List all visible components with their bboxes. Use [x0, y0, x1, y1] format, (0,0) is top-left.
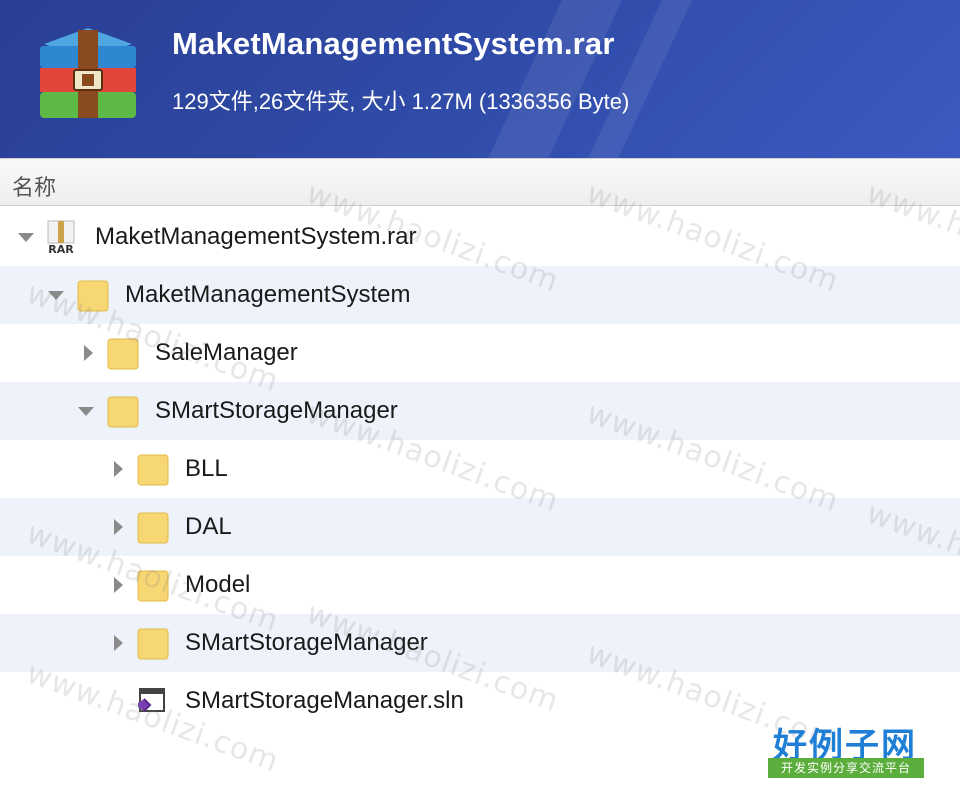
- collapse-arrow-icon[interactable]: [76, 382, 96, 440]
- site-brand-logo: 好例子网 开发实例分享交流平台: [766, 718, 924, 778]
- archive-summary: 129文件,26文件夹, 大小 1.27M (1336356 Byte): [172, 89, 630, 114]
- tree-item-label: MaketManagementSystem.rar: [95, 223, 417, 250]
- tree-row[interactable]: BLL: [0, 440, 960, 498]
- tree-row[interactable]: Model: [0, 556, 960, 614]
- brand-tagline: 开发实例分享交流平台: [768, 758, 924, 778]
- column-header-label: 名称: [12, 176, 57, 201]
- tree-item-label: SaleManager: [155, 339, 298, 366]
- tree-row[interactable]: SMartStorageManager: [0, 382, 960, 440]
- folder-icon: [107, 338, 139, 370]
- tree-item-label: MaketManagementSystem: [125, 281, 411, 308]
- folder-icon: [137, 570, 169, 602]
- archive-header: MaketManagementSystem.rar 129文件,26文件夹, 大…: [0, 0, 960, 158]
- tree-item-label: SMartStorageManager.sln: [185, 687, 464, 714]
- expand-arrow-icon[interactable]: [108, 614, 128, 672]
- folder-icon: [77, 280, 109, 312]
- tree-item-label: SMartStorageManager: [185, 629, 428, 656]
- tree-row[interactable]: RAR MaketManagementSystem.rar: [0, 208, 960, 266]
- expand-arrow-icon[interactable]: [108, 498, 128, 556]
- expand-arrow-icon[interactable]: [108, 556, 128, 614]
- tree-row[interactable]: MaketManagementSystem: [0, 266, 960, 324]
- folder-icon: [137, 454, 169, 486]
- rar-archive-icon: RAR: [47, 220, 75, 255]
- column-header-name[interactable]: 名称: [0, 158, 960, 206]
- tree-row[interactable]: SMartStorageManager: [0, 614, 960, 672]
- tree-row[interactable]: DAL: [0, 498, 960, 556]
- archive-title: MaketManagementSystem.rar: [172, 26, 615, 61]
- collapse-arrow-icon[interactable]: [46, 266, 66, 324]
- tree-row[interactable]: SaleManager: [0, 324, 960, 382]
- folder-icon: [137, 628, 169, 660]
- tree-item-label: DAL: [185, 513, 232, 540]
- svg-text:RAR: RAR: [48, 243, 74, 255]
- visual-studio-solution-icon: [138, 688, 165, 712]
- folder-icon: [137, 512, 169, 544]
- file-tree: RAR MaketManagementSystem.rar MaketManag…: [0, 208, 960, 730]
- collapse-arrow-icon[interactable]: [16, 208, 36, 266]
- winrar-logo-icon: [40, 28, 136, 118]
- folder-icon: [107, 396, 139, 428]
- tree-item-label: SMartStorageManager: [155, 397, 398, 424]
- tree-item-label: Model: [185, 571, 251, 598]
- tree-item-label: BLL: [185, 455, 228, 482]
- expand-arrow-icon[interactable]: [78, 324, 98, 382]
- expand-arrow-icon[interactable]: [108, 440, 128, 498]
